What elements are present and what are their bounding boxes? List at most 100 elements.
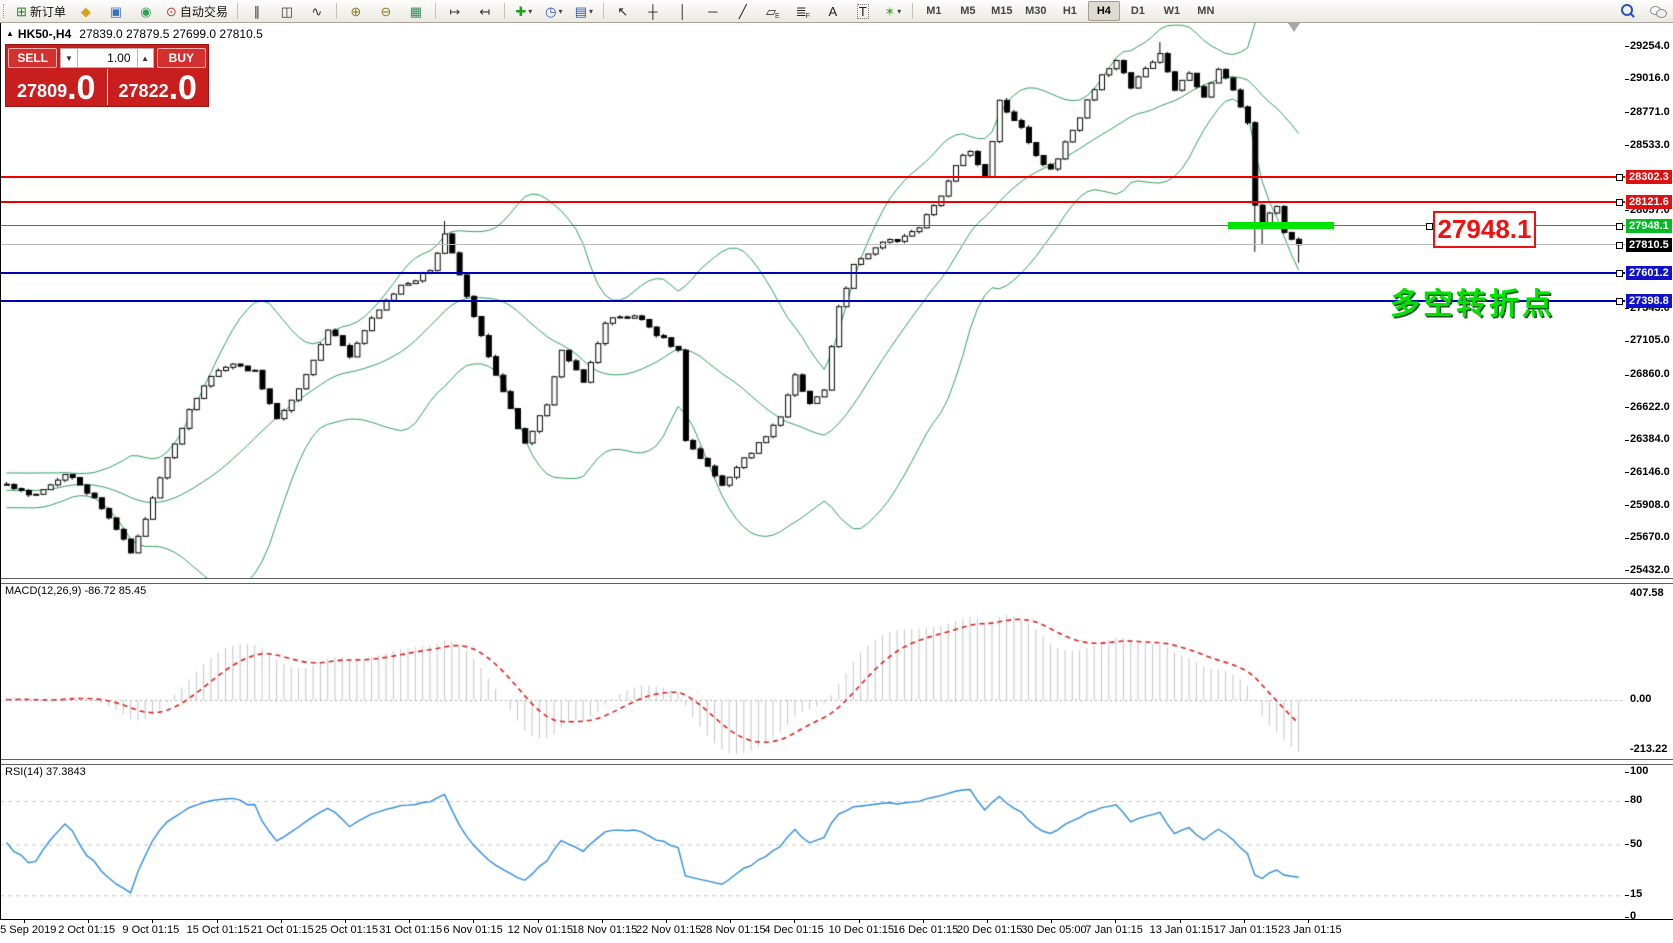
price-tag-28121.6[interactable]: 28121.6 [1626,195,1672,209]
toolbar-separator [336,3,337,19]
text-button[interactable]: A [819,1,847,21]
hline-handle[interactable] [1616,298,1623,305]
collapse-icon[interactable]: ▲ [6,29,14,38]
volume-down-button[interactable]: ▼ [60,48,77,68]
time-tick-label: 18 Nov 01:15 [572,924,637,936]
hline-27601.2[interactable] [0,272,1625,274]
hline-handle[interactable] [1616,270,1623,277]
buy-button[interactable]: BUY [157,48,206,68]
dropdown-arrow-icon[interactable]: ▾ [897,7,901,16]
signals-icon[interactable]: ◉ [132,1,160,21]
text-label-button[interactable]: T [849,1,877,21]
toolbar-separator [912,3,913,19]
rsi-panel-canvas[interactable] [0,763,1625,919]
crosshair-button[interactable]: ┼ [639,1,667,21]
horizontal-line-button[interactable]: ─ [699,1,727,21]
new-order-button[interactable]: ⊞新订单 [12,1,70,21]
time-tick-mark [217,919,218,923]
cursor-button[interactable]: ↖ [609,1,637,21]
hline-handle[interactable] [1616,174,1623,181]
toolbar-separator [237,3,238,19]
level-annotation-box[interactable]: 27948.1 [1433,211,1536,248]
price-tag-27601.2[interactable]: 27601.2 [1626,266,1672,280]
sell-price-button[interactable]: 27809.0 [6,69,108,105]
price-tag-28302.3[interactable]: 28302.3 [1626,170,1672,184]
periods-icon: ◷ [545,5,556,18]
price-tag-27948.1[interactable]: 27948.1 [1626,219,1672,233]
time-tick-mark [794,919,795,923]
hline-27398.8[interactable] [0,300,1625,302]
hline-handle[interactable] [1616,242,1623,249]
chat-button[interactable] [1644,1,1672,21]
time-tick-mark [345,919,346,923]
time-tick-mark [666,919,667,923]
terminal-icon[interactable]: ▣ [102,1,130,21]
highlight-trendline[interactable] [1228,222,1334,229]
chart-shift-button[interactable]: ↤ [471,1,499,21]
time-tick-label: 16 Dec 01:15 [893,924,958,936]
hline-handle[interactable] [1616,199,1623,206]
volume-input[interactable]: 1.00 [78,48,137,68]
scroll-to-end-icon[interactable] [1288,23,1300,32]
highlight-handle[interactable] [1426,223,1433,230]
bar-chart-button[interactable]: ∥ [243,1,271,21]
horizontal-line-icon: ─ [708,5,717,18]
turning-point-text[interactable]: 多空转折点 [1390,279,1555,323]
dropdown-arrow-icon[interactable]: ▾ [528,7,532,16]
price-tag-27398.8[interactable]: 27398.8 [1626,294,1672,308]
auto-scroll-button[interactable]: ↦ [441,1,469,21]
timeframe-m5[interactable]: M5 [952,1,984,21]
dropdown-arrow-icon[interactable]: ▾ [589,7,593,16]
macd-axis-label: 407.58 [1630,587,1664,599]
search-button[interactable] [1614,1,1642,21]
price-tick-label: 29016.0 [1630,72,1670,84]
periods-button[interactable]: ◷▾ [540,1,568,21]
hline-28121.6[interactable] [0,201,1625,203]
timeframe-m30[interactable]: M30 [1020,1,1052,21]
arrows-button[interactable]: ✶▾ [879,1,907,21]
trendline-button[interactable]: ╱ [729,1,757,21]
trendline-icon: ╱ [739,5,747,18]
price-axis-line [0,22,1,919]
buy-price-button[interactable]: 27822.0 [108,69,209,105]
timeframe-w1[interactable]: W1 [1156,1,1188,21]
timeframe-m15[interactable]: M15 [986,1,1018,21]
timeframe-mn[interactable]: MN [1190,1,1222,21]
price-tick-label: 28771.0 [1630,106,1670,118]
time-tick-label: 4 Dec 01:15 [764,924,823,936]
styler-icon[interactable]: ◆ [72,1,100,21]
dropdown-arrow-icon[interactable]: ▾ [559,7,563,16]
rsi-separator[interactable] [0,759,1673,765]
symbol-header[interactable]: ▲HK50-,H427839.0 27879.5 27699.0 27810.5 [6,27,263,41]
line-chart-button[interactable]: ∿ [303,1,331,21]
templates-button[interactable]: ▤▾ [570,1,598,21]
time-tick-mark [602,919,603,923]
timeframe-m1[interactable]: M1 [918,1,950,21]
volume-up-button[interactable]: ▲ [137,48,154,68]
rsi-axis-label: 15 [1630,888,1642,900]
fibonacci-button[interactable]: ≣F [789,1,817,21]
timeframe-h4[interactable]: H4 [1088,1,1120,21]
tile-windows-button[interactable]: ▦ [402,1,430,21]
chart-window: ⊞新订单◆▣◉⊙自动交易∥◫∿⊕⊖▦↦↤✚▾◷▾▤▾↖┼│─╱▱E≣FAT✶▾M… [0,0,1673,943]
hline-handle[interactable] [1616,223,1623,230]
macd-panel-canvas[interactable] [0,582,1625,759]
rsi-label: RSI(14) 37.3843 [5,766,86,778]
time-tick-label: 25 Sep 2019 [0,924,56,936]
zoom-out-button[interactable]: ⊖ [372,1,400,21]
autotrading-button[interactable]: ⊙自动交易 [162,1,232,21]
zoom-in-button[interactable]: ⊕ [342,1,370,21]
timeframe-h1[interactable]: H1 [1054,1,1086,21]
macd-separator[interactable] [0,578,1673,584]
vertical-line-button[interactable]: │ [669,1,697,21]
hline-27810.5[interactable] [0,244,1625,245]
icon-subscript: E [775,13,780,20]
price-tag-27810.5[interactable]: 27810.5 [1626,238,1672,252]
indicators-button[interactable]: ✚▾ [510,1,538,21]
channel-button[interactable]: ▱E [759,1,787,21]
sell-button[interactable]: SELL [8,48,57,68]
candlestick-chart-button[interactable]: ◫ [273,1,301,21]
hline-27948.1[interactable] [0,225,1625,226]
hline-28302.3[interactable] [0,176,1625,178]
timeframe-d1[interactable]: D1 [1122,1,1154,21]
